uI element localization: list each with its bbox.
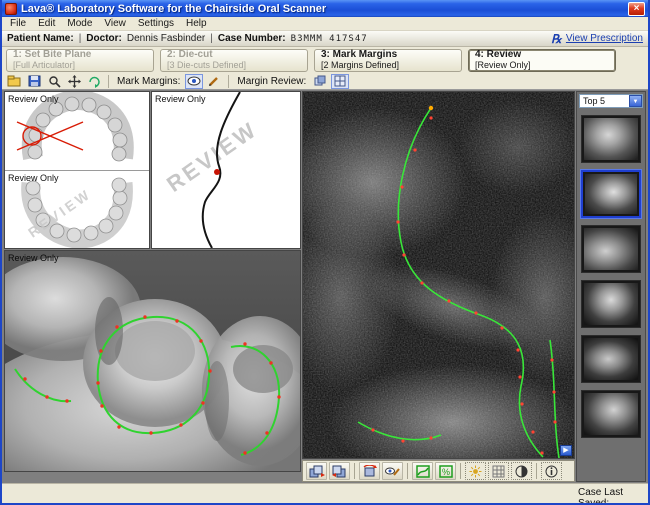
review-only-label: Review Only <box>155 94 206 104</box>
scan-thumbnail-5[interactable] <box>581 335 641 383</box>
menu-edit[interactable]: Edit <box>32 17 61 30</box>
step-title: 1: Set Bite Plane <box>13 50 147 60</box>
step-3-mark-margins[interactable]: 3: Mark Margins [2 Margins Defined] <box>314 49 462 72</box>
thumbnail-image <box>584 338 638 380</box>
draw-margin-pencil-icon[interactable] <box>205 74 223 89</box>
scan-control-toolbar: % <box>302 460 575 482</box>
patient-info-bar: Patient Name: | Doctor: Dennis Fasbinder… <box>2 31 648 47</box>
step-subtitle: [Full Articulator] <box>13 60 147 70</box>
case-number-label: Case Number: <box>218 33 286 44</box>
step-2-die-cut[interactable]: 2: Die-cut [3 Die-cuts Defined] <box>160 49 308 72</box>
model-3d-render <box>5 251 300 471</box>
separator: | <box>210 33 213 44</box>
step-title: 2: Die-cut <box>167 50 301 60</box>
info-icon[interactable] <box>541 462 562 480</box>
step-title: 4: Review <box>475 50 609 60</box>
scan-thumbnail-6[interactable] <box>581 390 641 438</box>
toolbar-separator <box>536 463 537 479</box>
upper-arch-viewport[interactable]: Review Only <box>5 92 149 170</box>
svg-text:%: % <box>442 467 450 477</box>
review-only-label: Review Only <box>8 253 59 263</box>
view-upper-model-icon[interactable] <box>306 462 327 480</box>
top5-dropdown[interactable]: Top 5 ▼ <box>579 94 643 108</box>
save-case-icon[interactable] <box>25 74 43 89</box>
open-case-icon[interactable] <box>5 74 23 89</box>
dropdown-arrow-icon: ▼ <box>629 95 642 107</box>
scan-thumbnail-1[interactable] <box>581 115 641 163</box>
view-prescription-link[interactable]: View Prescription <box>566 33 643 44</box>
margin-curve-render <box>152 92 300 248</box>
title-bar: Lava® Laboratory Software for the Chairs… <box>2 0 648 17</box>
toolbar-separator <box>108 75 109 88</box>
scan-scroll-button[interactable]: ▶ <box>560 445 572 456</box>
step-subtitle: [2 Margins Defined] <box>321 60 455 70</box>
menu-file[interactable]: File <box>4 17 32 30</box>
flip-view-icon[interactable] <box>359 462 380 480</box>
status-bar: Case Last Saved: <box>2 483 648 503</box>
top5-dropdown-value: Top 5 <box>580 96 629 106</box>
step-subtitle: [3 Die-cuts Defined] <box>167 60 301 70</box>
toggle-margin-line-icon[interactable] <box>412 462 433 480</box>
scan-detail-render <box>303 92 574 458</box>
workflow-steps: 1: Set Bite Plane [Full Articulator] 2: … <box>2 47 648 73</box>
case-number-value: B3MMM 417S47 <box>291 34 368 44</box>
pan-icon[interactable] <box>65 74 83 89</box>
step-subtitle: [Review Only] <box>475 60 609 70</box>
workspace: Review Only Re <box>2 90 648 483</box>
rotate-icon[interactable] <box>85 74 103 89</box>
review-only-label: Review Only <box>8 94 59 104</box>
toolbar-separator <box>407 463 408 479</box>
scan-thumbnail-4[interactable] <box>581 280 641 328</box>
menu-settings[interactable]: Settings <box>132 17 180 30</box>
zoom-icon[interactable] <box>45 74 63 89</box>
step-title: 3: Mark Margins <box>321 50 455 60</box>
thumbnail-image <box>585 174 637 214</box>
thumbnail-image <box>584 228 638 270</box>
brightness-icon[interactable] <box>465 462 486 480</box>
window-title: Lava® Laboratory Software for the Chairs… <box>21 3 628 15</box>
margin-review-prev-icon[interactable] <box>311 74 329 89</box>
thumbnail-image <box>584 393 638 435</box>
menu-bar: File Edit Mode View Settings Help <box>2 17 648 31</box>
doctor-value: Dennis Fasbinder <box>127 33 205 44</box>
app-window: Lava® Laboratory Software for the Chairs… <box>0 0 650 505</box>
show-margin-eye-icon[interactable] <box>185 74 203 89</box>
margin-sketch-viewport[interactable]: Review Only REVIEW <box>151 91 301 249</box>
case-last-saved-label: Case Last Saved: <box>578 487 648 505</box>
toolbar-separator <box>460 463 461 479</box>
thumbnail-image <box>584 283 638 325</box>
close-button[interactable]: × <box>628 2 645 16</box>
scan-detail-viewport[interactable]: ▶ <box>302 91 575 459</box>
step-1-set-bite-plane[interactable]: 1: Set Bite Plane [Full Articulator] <box>6 49 154 72</box>
app-icon <box>5 3 17 15</box>
menu-help[interactable]: Help <box>180 17 213 30</box>
edit-margin-icon[interactable] <box>382 462 403 480</box>
margin-review-label: Margin Review: <box>234 76 309 87</box>
margin-percent-icon[interactable]: % <box>435 462 456 480</box>
thumbnail-sidebar: Top 5 ▼ <box>576 91 646 482</box>
separator: | <box>79 33 82 44</box>
thumbnail-image <box>584 118 638 160</box>
review-only-label: Review Only <box>8 173 59 183</box>
patient-name-label: Patient Name: <box>7 33 74 44</box>
margin-review-next-icon[interactable] <box>331 74 349 89</box>
scan-thumbnail-3[interactable] <box>581 225 641 273</box>
doctor-label: Doctor: <box>86 33 122 44</box>
contrast-icon[interactable] <box>511 462 532 480</box>
scan-thumbnail-2-selected[interactable] <box>581 170 641 218</box>
menu-view[interactable]: View <box>98 17 132 30</box>
model-3d-viewport[interactable]: Review Only <box>4 250 301 472</box>
arch-views-panel: Review Only Re <box>4 91 150 249</box>
toolbar-separator <box>228 75 229 88</box>
toolbar-separator <box>354 463 355 479</box>
texture-icon[interactable] <box>488 462 509 480</box>
main-toolbar: Mark Margins: Margin Review: <box>2 73 648 90</box>
menu-mode[interactable]: Mode <box>61 17 98 30</box>
mark-margins-label: Mark Margins: <box>114 76 183 87</box>
lower-arch-viewport[interactable]: Review Only REVIEW <box>5 170 149 248</box>
rx-icon: ℞ <box>551 32 562 46</box>
step-4-review[interactable]: 4: Review [Review Only] <box>468 49 616 72</box>
view-lower-model-icon[interactable] <box>329 462 350 480</box>
